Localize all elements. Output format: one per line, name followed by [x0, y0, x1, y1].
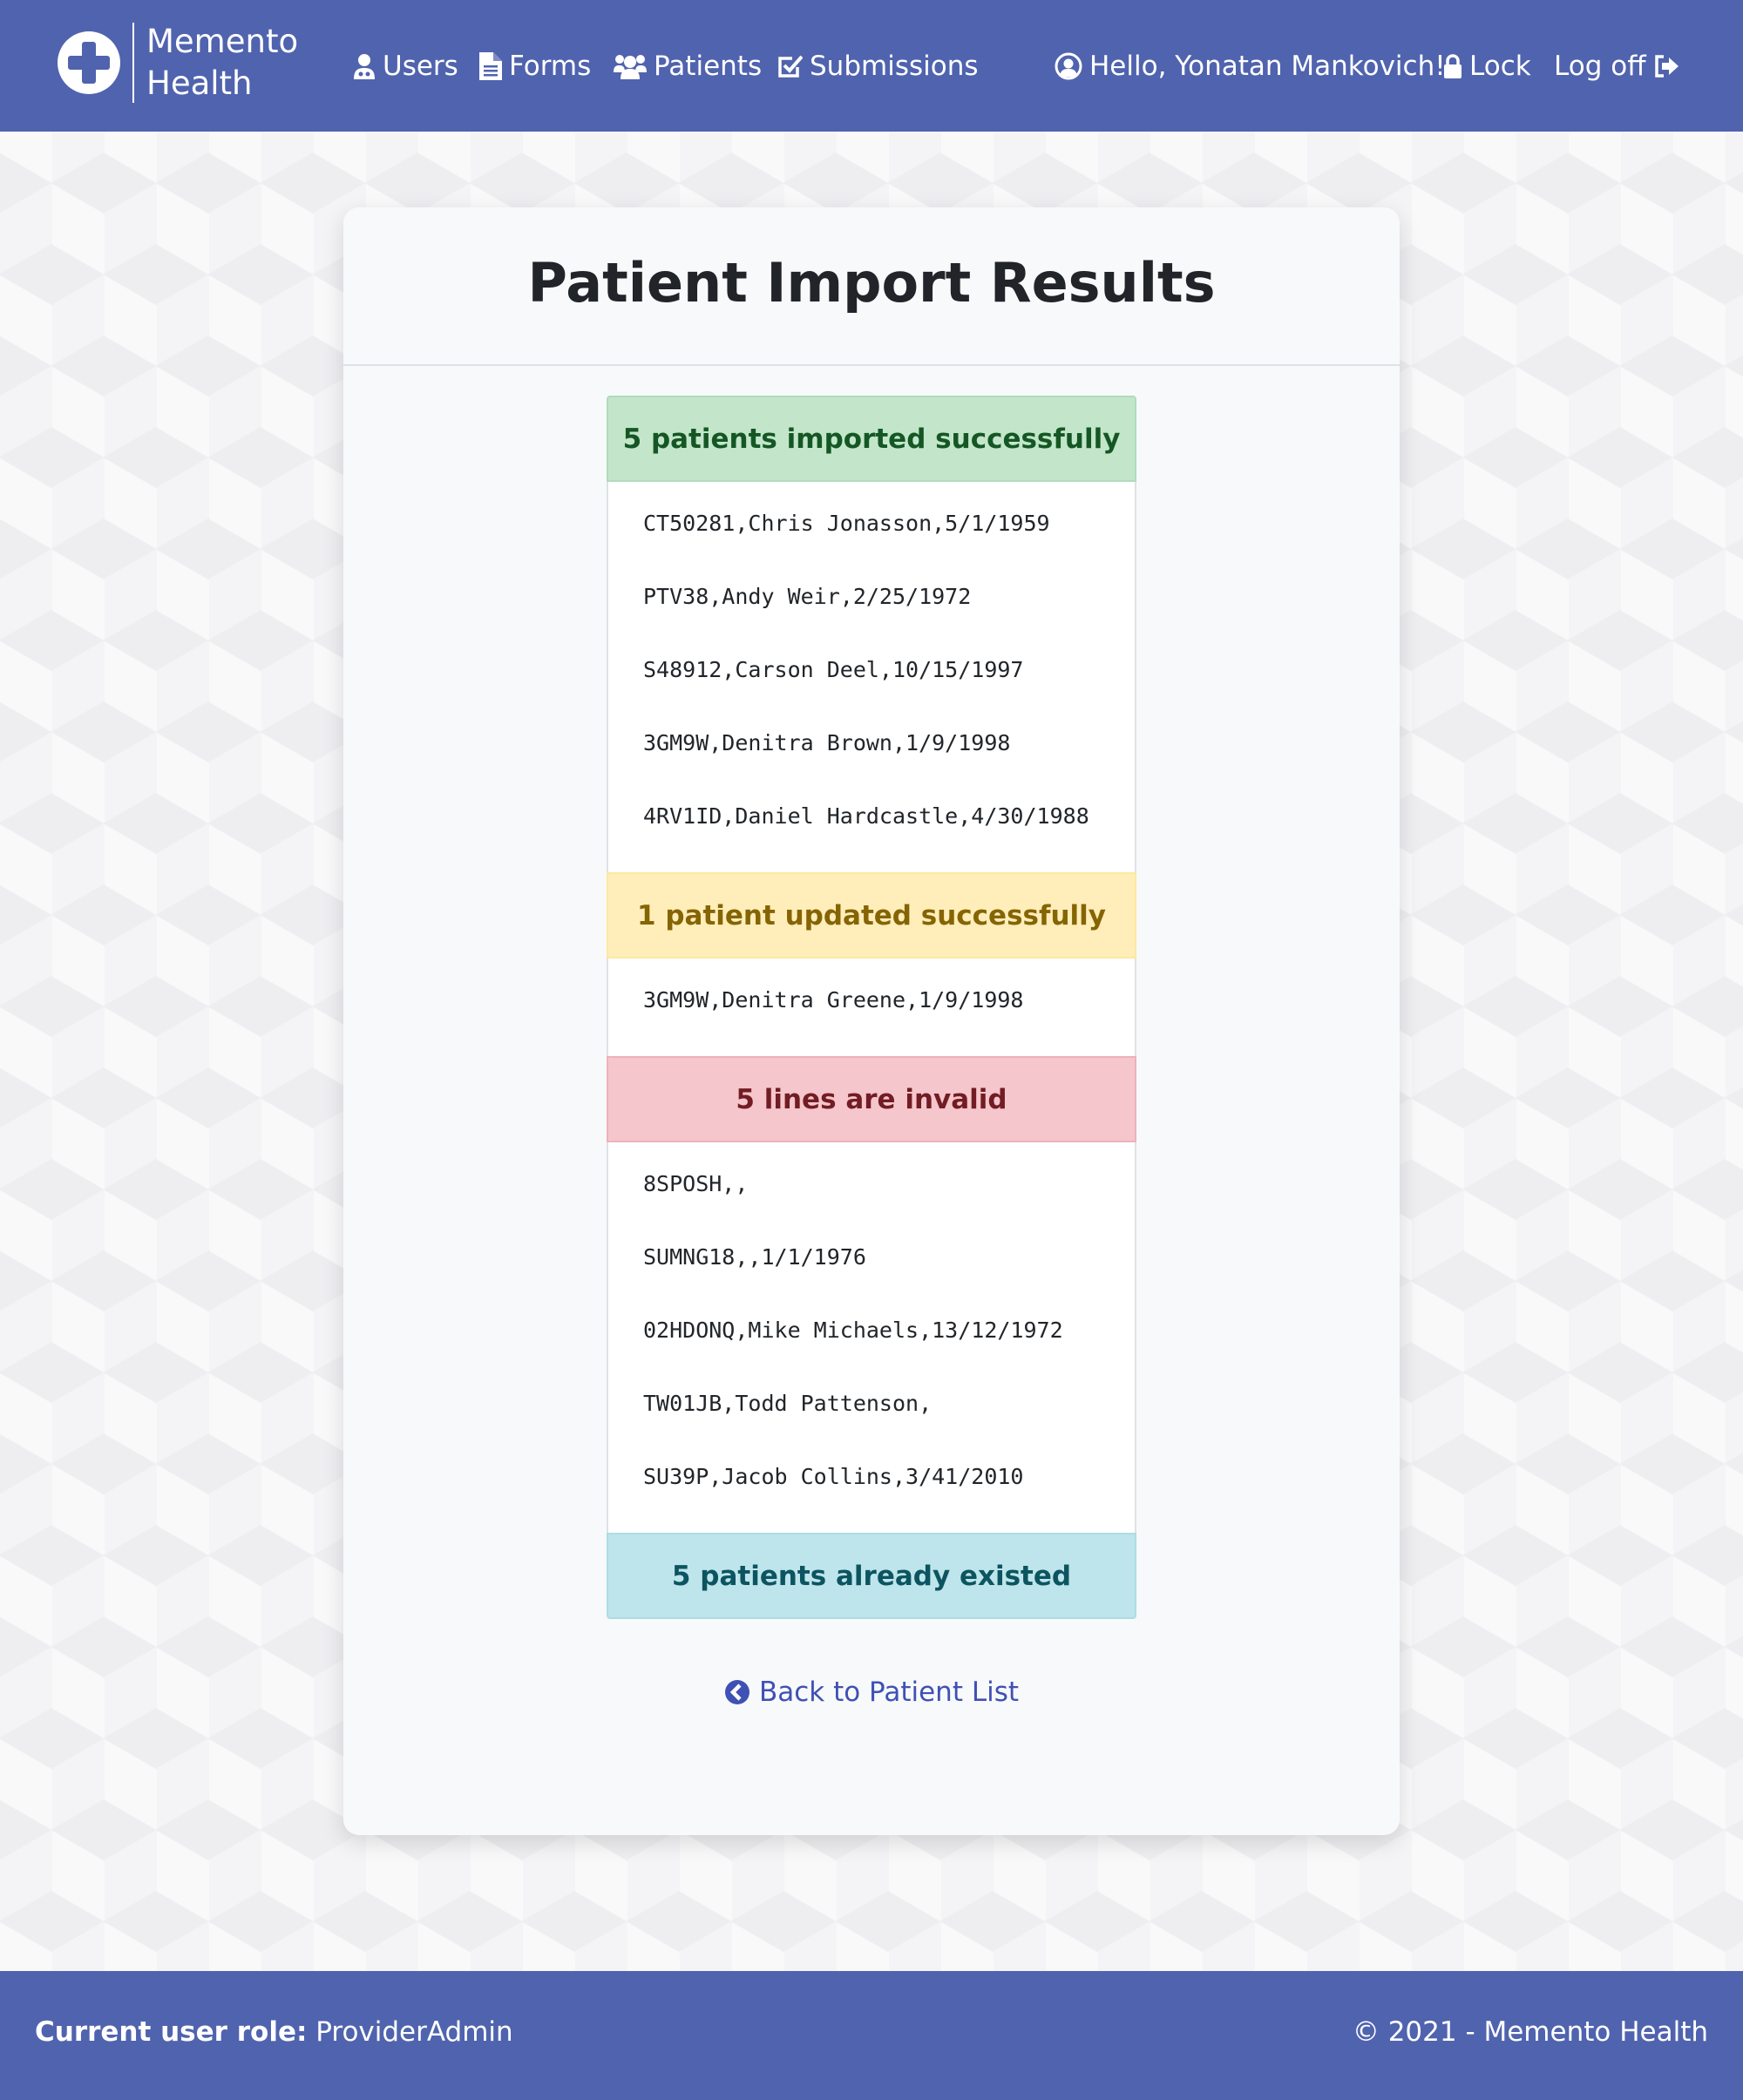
sign-out-icon [1654, 55, 1679, 78]
file-text-icon [479, 52, 502, 80]
medical-cross-icon [58, 31, 120, 94]
invalid-header: 5 lines are invalid [607, 1056, 1136, 1142]
users-group-icon [614, 55, 647, 79]
nav-submissions[interactable]: Submissions [777, 47, 979, 85]
nav-patients-label: Patients [654, 51, 763, 82]
nav-lock-label: Lock [1469, 51, 1531, 82]
brand-line-2: Health [146, 64, 253, 102]
title-divider [343, 364, 1400, 366]
nav-patients[interactable]: Patients [614, 47, 762, 85]
nav-lock[interactable]: Lock [1443, 47, 1531, 85]
nav-logoff[interactable]: Log off [1554, 47, 1679, 85]
invalid-list: 8SPOSH,, SUMNG18,,1/1/1976 02HDONQ,Mike … [607, 1142, 1136, 1533]
updated-list: 3GM9W,Denitra Greene,1/9/1998 [607, 959, 1136, 1056]
role-label: Current user role: [35, 2016, 308, 2048]
nav-user-greeting[interactable]: Hello, Yonatan Mankovich! [1055, 47, 1446, 85]
top-navbar: Memento Health Users Forms Patients Subm… [0, 0, 1743, 132]
brand-divider [132, 23, 134, 103]
imported-line: 4RV1ID,Daniel Hardcastle,4/30/1988 [643, 803, 1089, 829]
invalid-line: TW01JB,Todd Pattenson, [643, 1391, 933, 1416]
page-title: Patient Import Results [527, 251, 1216, 315]
nav-users[interactable]: Users [353, 47, 458, 85]
imported-line: S48912,Carson Deel,10/15/1997 [643, 657, 1024, 682]
back-link-label: Back to Patient List [758, 1677, 1020, 1708]
updated-line: 3GM9W,Denitra Greene,1/9/1998 [643, 987, 1024, 1013]
brand-name: Memento Health [146, 21, 298, 105]
imported-line: PTV38,Andy Weir,2/25/1972 [643, 584, 972, 609]
invalid-line: SU39P,Jacob Collins,3/41/2010 [643, 1464, 1024, 1489]
user-doctor-icon [354, 54, 375, 79]
back-to-patient-list-link[interactable]: Back to Patient List [343, 1677, 1400, 1708]
nav-forms[interactable]: Forms [479, 47, 591, 85]
brand[interactable]: Memento Health [58, 23, 298, 103]
invalid-line: 02HDONQ,Mike Michaels,13/12/1972 [643, 1318, 1063, 1343]
nav-logoff-label: Log off [1554, 51, 1646, 82]
imported-list: CT50281,Chris Jonasson,5/1/1959 PTV38,An… [607, 482, 1136, 872]
nav-users-label: Users [383, 51, 458, 82]
brand-line-1: Memento [146, 23, 299, 60]
results-list: 5 patients imported successfully CT50281… [607, 396, 1136, 1619]
user-circle-icon [1055, 52, 1082, 80]
imported-header: 5 patients imported successfully [607, 396, 1136, 482]
chevron-circle-left-icon [724, 1680, 749, 1704]
role-value: ProviderAdmin [315, 2016, 513, 2048]
import-results-card: Patient Import Results 5 patients import… [343, 207, 1400, 1835]
imported-line: 3GM9W,Denitra Brown,1/9/1998 [643, 730, 1011, 755]
updated-header: 1 patient updated successfully [607, 872, 1136, 959]
footer: Current user role: ProviderAdmin © 2021 … [0, 1971, 1743, 2100]
nav-greeting-label: Hello, Yonatan Mankovich! [1089, 51, 1446, 82]
copyright: © 2021 - Memento Health [1352, 2016, 1708, 2048]
nav-forms-label: Forms [509, 51, 592, 82]
check-square-icon [778, 55, 803, 78]
invalid-line: SUMNG18,,1/1/1976 [643, 1244, 866, 1270]
lock-icon [1444, 54, 1462, 78]
imported-line: CT50281,Chris Jonasson,5/1/1959 [643, 511, 1050, 536]
invalid-line: 8SPOSH,, [643, 1171, 749, 1196]
existed-header: 5 patients already existed [607, 1533, 1136, 1619]
nav-submissions-label: Submissions [810, 51, 979, 82]
current-role: Current user role: ProviderAdmin [35, 2016, 513, 2048]
